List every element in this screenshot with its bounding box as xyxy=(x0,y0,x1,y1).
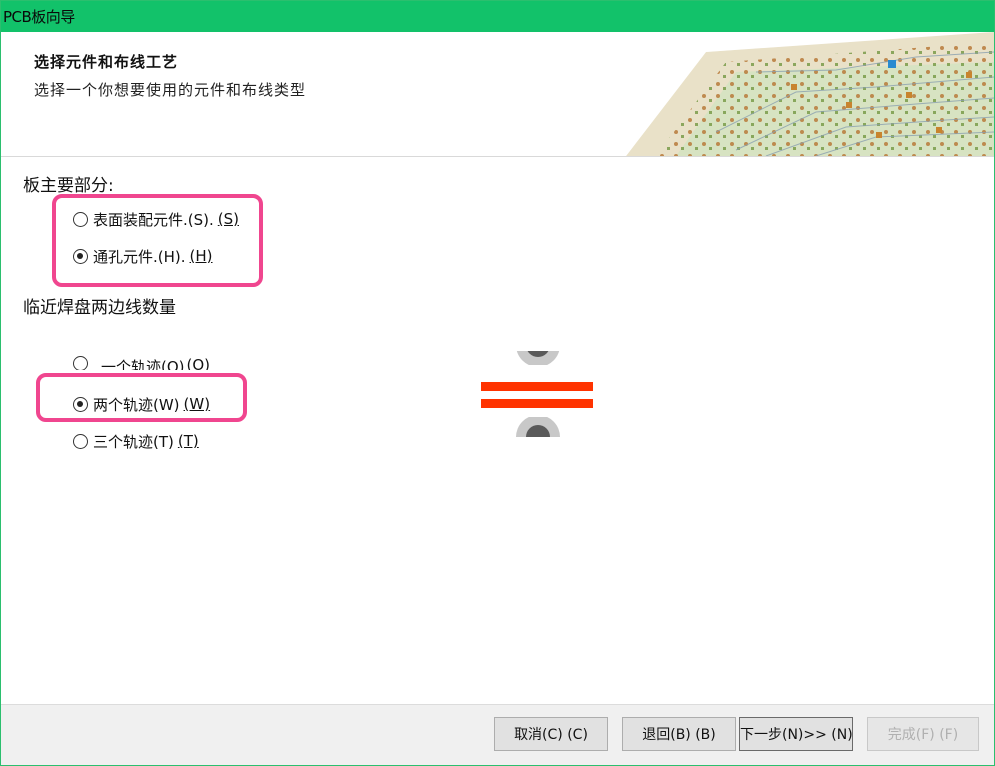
back-button[interactable]: 退回(B) (B) xyxy=(622,717,736,751)
board-main-part-label: 板主要部分: xyxy=(23,176,114,196)
highlight-box-board xyxy=(52,194,263,287)
cancel-button[interactable]: 取消(C) (C) xyxy=(494,717,608,751)
radio-three-tracks-label: 三个轨迹(T) xyxy=(93,432,174,451)
finish-button: 完成(F) (F) xyxy=(867,717,979,751)
header-subtitle: 选择一个你想要使用的元件和布线类型 xyxy=(34,81,307,99)
window-title: PCB板向导 xyxy=(3,8,75,26)
radio-button[interactable] xyxy=(73,356,88,370)
header-title: 选择元件和布线工艺 xyxy=(34,53,179,71)
pcb-banner-image xyxy=(616,32,994,156)
highlight-box-tracks xyxy=(36,373,247,422)
wizard-footer: 取消(C) (C) 退回(B) (B) 下一步(N)>> (N) > 完成(F)… xyxy=(1,704,994,765)
radio-three-tracks[interactable]: 三个轨迹(T) (T) xyxy=(73,430,199,452)
pcb-wizard-window: PCB板向导 选择元件和布线工艺 选择一个你想要使用的元件和布线类型 板主要部分… xyxy=(0,0,995,766)
track-preview-image xyxy=(481,351,593,437)
tracks-between-pads-label: 临近焊盘两边线数量 xyxy=(23,298,176,318)
radio-button[interactable] xyxy=(73,433,88,449)
radio-one-track-accel: (O) xyxy=(186,356,211,370)
title-bar[interactable]: PCB板向导 xyxy=(1,1,994,32)
next-button[interactable]: 下一步(N)>> (N) > xyxy=(739,717,853,751)
wizard-header: 选择元件和布线工艺 选择一个你想要使用的元件和布线类型 xyxy=(1,32,994,157)
track-line-1 xyxy=(481,382,593,391)
radio-one-track-label: 一个轨迹(O) xyxy=(101,358,185,370)
track-line-2 xyxy=(481,399,593,408)
radio-one-track[interactable]: 一个轨迹(O) (O) xyxy=(73,356,210,370)
radio-three-tracks-accel: (T) xyxy=(177,432,199,450)
